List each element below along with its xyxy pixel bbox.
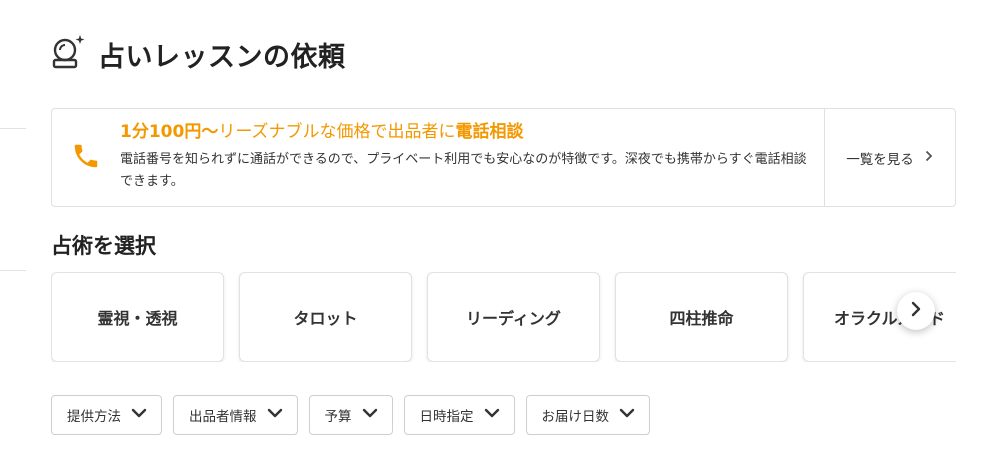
category-card-reishi[interactable]: 霊視・透視 xyxy=(51,272,224,362)
banner-headline-emphasis: 電話相談 xyxy=(455,122,524,142)
chevron-right-icon xyxy=(924,150,934,166)
filter-label: お届け日数 xyxy=(541,409,610,425)
filter-datetime[interactable]: 日時指定 xyxy=(403,395,515,435)
chevron-down-icon xyxy=(131,407,147,423)
banner-headline: 1分100円〜リーズナブルな価格で出品者に電話相談 xyxy=(120,121,816,143)
chevron-down-icon xyxy=(267,407,283,423)
page-title: 占いレッスンの依頼 xyxy=(98,41,346,73)
category-label: タロット xyxy=(293,309,358,328)
filter-delivery-method[interactable]: 提供方法 xyxy=(51,395,162,435)
category-label: リーディング xyxy=(466,309,561,328)
fortune-ball-icon xyxy=(50,34,86,74)
filter-label: 出品者情報 xyxy=(189,409,257,425)
filter-bar: 提供方法 出品者情報 予算 日時指定 お届け日数 xyxy=(51,395,650,435)
filter-delivery-days[interactable]: お届け日数 xyxy=(525,395,650,435)
carousel-next-button[interactable] xyxy=(897,292,935,330)
phone-consult-banner: 1分100円〜リーズナブルな価格で出品者に電話相談 電話番号を知られずに通話がで… xyxy=(51,108,956,207)
left-divider-bottom xyxy=(0,270,26,271)
banner-description: 電話番号を知られずに通話ができるので、プライベート利用でも安心なのが特徴です。深… xyxy=(120,152,807,189)
chevron-down-icon xyxy=(362,407,378,423)
category-card-shichu[interactable]: 四柱推命 xyxy=(615,272,788,362)
filter-seller-info[interactable]: 出品者情報 xyxy=(173,395,298,435)
view-list-link[interactable]: 一覧を見る xyxy=(824,109,955,206)
filter-label: 提供方法 xyxy=(67,409,121,425)
left-divider-top xyxy=(0,128,26,129)
filter-label: 日時指定 xyxy=(419,409,474,425)
filter-label: 予算 xyxy=(324,409,352,425)
category-carousel: 霊視・透視 タロット リーディング 四柱推命 オラクルカード xyxy=(51,272,956,362)
banner-headline-price: 1分100円〜 xyxy=(120,122,219,142)
view-list-label: 一覧を見る xyxy=(846,151,914,168)
banner-body: 1分100円〜リーズナブルな価格で出品者に電話相談 電話番号を知られずに通話がで… xyxy=(120,109,824,206)
chevron-down-icon xyxy=(484,407,500,423)
chevron-right-icon xyxy=(909,301,923,321)
category-section-title: 占術を選択 xyxy=(51,234,156,258)
banner-icon-cell xyxy=(52,109,120,206)
chevron-down-icon xyxy=(619,407,635,423)
category-label: 四柱推命 xyxy=(669,309,734,328)
category-label: 霊視・透視 xyxy=(97,309,178,328)
category-card-reading[interactable]: リーディング xyxy=(427,272,600,362)
page-header: 占いレッスンの依頼 xyxy=(50,34,346,74)
filter-budget[interactable]: 予算 xyxy=(308,395,393,435)
banner-headline-text: リーズナブルな価格で出品者に xyxy=(218,122,456,142)
phone-icon xyxy=(71,141,101,175)
category-card-tarot[interactable]: タロット xyxy=(239,272,412,362)
